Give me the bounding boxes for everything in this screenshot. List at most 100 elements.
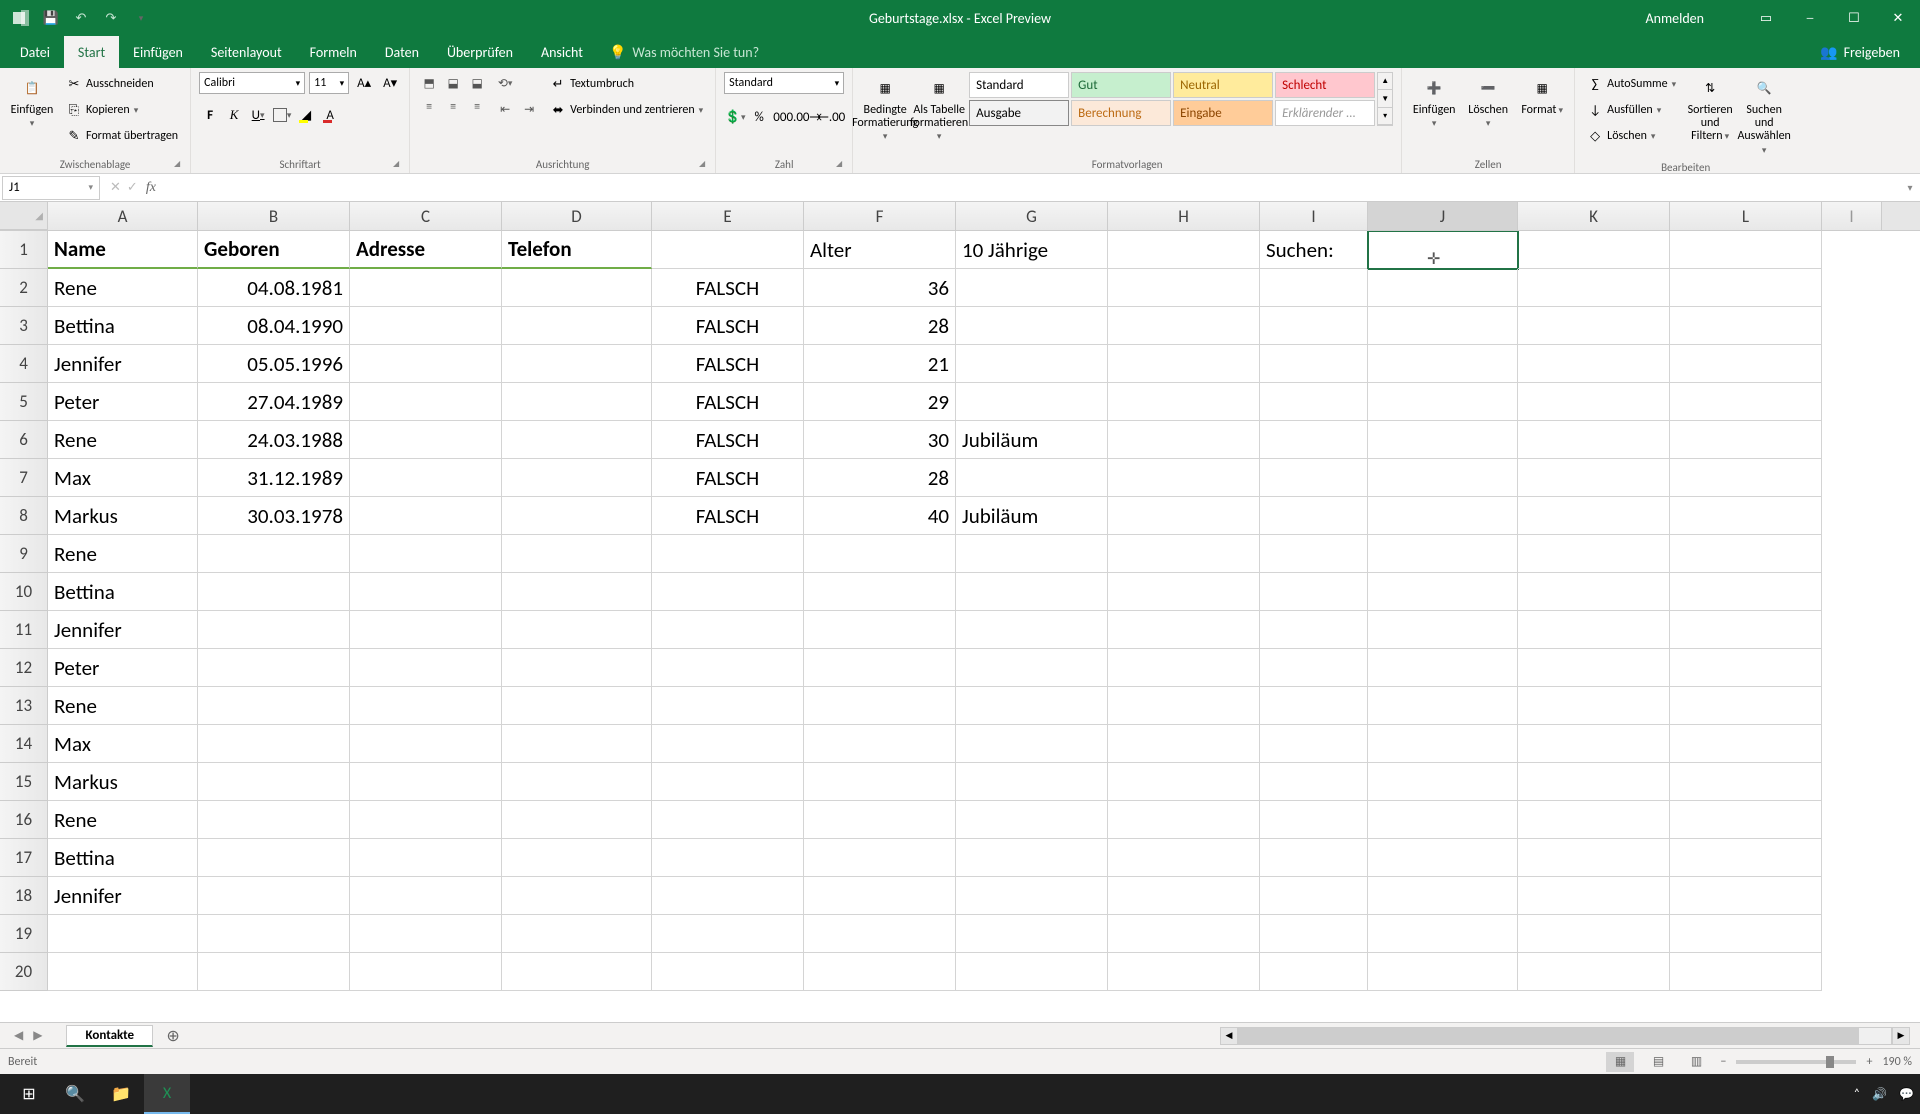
cell-K19[interactable] [1518, 915, 1670, 953]
cell-K16[interactable] [1518, 801, 1670, 839]
cell-C2[interactable] [350, 269, 502, 307]
tab-einfuegen[interactable]: Einfügen [119, 36, 197, 68]
font-family-select[interactable]: Calibri▾ [199, 72, 305, 94]
cell-J19[interactable] [1368, 915, 1518, 953]
cell-A1[interactable]: Name [48, 231, 198, 269]
font-color-button[interactable]: A [319, 104, 341, 126]
cell-F1[interactable]: Alter [804, 231, 956, 269]
cell-styles-gallery[interactable]: Standard Gut Neutral Schlecht Ausgabe Be… [969, 72, 1375, 126]
col-header-C[interactable]: C [350, 202, 502, 230]
cell-B1[interactable]: Geboren [198, 231, 350, 269]
percent-format-icon[interactable]: % [748, 106, 770, 128]
cell-L13[interactable] [1670, 687, 1822, 725]
cell-C10[interactable] [350, 573, 502, 611]
cell-G4[interactable] [956, 345, 1108, 383]
col-header-H[interactable]: H [1108, 202, 1260, 230]
cell-H18[interactable] [1108, 877, 1260, 915]
tab-ansicht[interactable]: Ansicht [527, 36, 597, 68]
cell-J17[interactable] [1368, 839, 1518, 877]
cell-E13[interactable] [652, 687, 804, 725]
underline-button[interactable]: U [247, 104, 269, 126]
cell-L5[interactable] [1670, 383, 1822, 421]
qat-customize-icon[interactable] [130, 7, 152, 29]
cell-C15[interactable] [350, 763, 502, 801]
cell-C4[interactable] [350, 345, 502, 383]
cell-H3[interactable] [1108, 307, 1260, 345]
cell-H2[interactable] [1108, 269, 1260, 307]
cell-B6[interactable]: 24.03.1988 [198, 421, 350, 459]
cell-G13[interactable] [956, 687, 1108, 725]
cell-L20[interactable] [1670, 953, 1822, 991]
cell-B2[interactable]: 04.08.1981 [198, 269, 350, 307]
fill-button[interactable]: ↓Ausfüllen [1583, 98, 1680, 122]
cell-K11[interactable] [1518, 611, 1670, 649]
cell-K8[interactable] [1518, 497, 1670, 535]
scroll-left-icon[interactable]: ◀ [1220, 1027, 1238, 1045]
row-header-2[interactable]: 2 [0, 269, 48, 307]
align-middle-icon[interactable]: ⬓ [442, 72, 464, 94]
cell-C17[interactable] [350, 839, 502, 877]
cell-H12[interactable] [1108, 649, 1260, 687]
undo-icon[interactable]: ↶ [70, 7, 92, 29]
cell-F17[interactable] [804, 839, 956, 877]
sheet-tab-kontakte[interactable]: Kontakte [66, 1025, 153, 1047]
cell-C3[interactable] [350, 307, 502, 345]
cell-F3[interactable]: 28 [804, 307, 956, 345]
cell-B4[interactable]: 05.05.1996 [198, 345, 350, 383]
cell-L18[interactable] [1670, 877, 1822, 915]
cell-C13[interactable] [350, 687, 502, 725]
cell-G19[interactable] [956, 915, 1108, 953]
row-header-4[interactable]: 4 [0, 345, 48, 383]
cell-D16[interactable] [502, 801, 652, 839]
cell-B19[interactable] [198, 915, 350, 953]
cell-K12[interactable] [1518, 649, 1670, 687]
cell-B13[interactable] [198, 687, 350, 725]
enter-formula-icon[interactable]: ✓ [127, 180, 138, 195]
cell-F19[interactable] [804, 915, 956, 953]
cell-G3[interactable] [956, 307, 1108, 345]
cell-H5[interactable] [1108, 383, 1260, 421]
find-select-button[interactable]: 🔍Suchen und Auswählen [1740, 72, 1788, 159]
cell-G20[interactable] [956, 953, 1108, 991]
tray-chevron-icon[interactable]: ˄ [1854, 1087, 1860, 1101]
cell-I9[interactable] [1260, 535, 1368, 573]
style-schlecht[interactable]: Schlecht [1275, 72, 1375, 98]
cell-B12[interactable] [198, 649, 350, 687]
col-header-B[interactable]: B [198, 202, 350, 230]
cell-L3[interactable] [1670, 307, 1822, 345]
cell-I2[interactable] [1260, 269, 1368, 307]
cell-E17[interactable] [652, 839, 804, 877]
cell-E4[interactable]: FALSCH [652, 345, 804, 383]
cell-G15[interactable] [956, 763, 1108, 801]
cell-D17[interactable] [502, 839, 652, 877]
formula-input[interactable] [164, 176, 1900, 200]
row-header-13[interactable]: 13 [0, 687, 48, 725]
style-neutral[interactable]: Neutral [1173, 72, 1273, 98]
cell-H7[interactable] [1108, 459, 1260, 497]
sheet-nav-next-icon[interactable]: ▶ [33, 1028, 42, 1043]
row-header-11[interactable]: 11 [0, 611, 48, 649]
cell-D18[interactable] [502, 877, 652, 915]
cell-C9[interactable] [350, 535, 502, 573]
col-header-partial[interactable]: I [1822, 202, 1882, 230]
cell-E6[interactable]: FALSCH [652, 421, 804, 459]
cell-A2[interactable]: Rene [48, 269, 198, 307]
row-header-3[interactable]: 3 [0, 307, 48, 345]
style-ausgabe[interactable]: Ausgabe [969, 100, 1069, 126]
cell-G18[interactable] [956, 877, 1108, 915]
cell-I15[interactable] [1260, 763, 1368, 801]
cell-D7[interactable] [502, 459, 652, 497]
cut-button[interactable]: ✂Ausschneiden [62, 72, 182, 96]
cell-F7[interactable]: 28 [804, 459, 956, 497]
orientation-button[interactable]: ⟲ [494, 72, 516, 94]
cell-A3[interactable]: Bettina [48, 307, 198, 345]
border-button[interactable] [271, 104, 293, 126]
cell-A20[interactable] [48, 953, 198, 991]
cell-E1[interactable] [652, 231, 804, 269]
tab-daten[interactable]: Daten [371, 36, 433, 68]
row-header-19[interactable]: 19 [0, 915, 48, 953]
cell-A9[interactable]: Rene [48, 535, 198, 573]
cell-B8[interactable]: 30.03.1978 [198, 497, 350, 535]
row-header-5[interactable]: 5 [0, 383, 48, 421]
zoom-slider[interactable] [1736, 1060, 1856, 1064]
